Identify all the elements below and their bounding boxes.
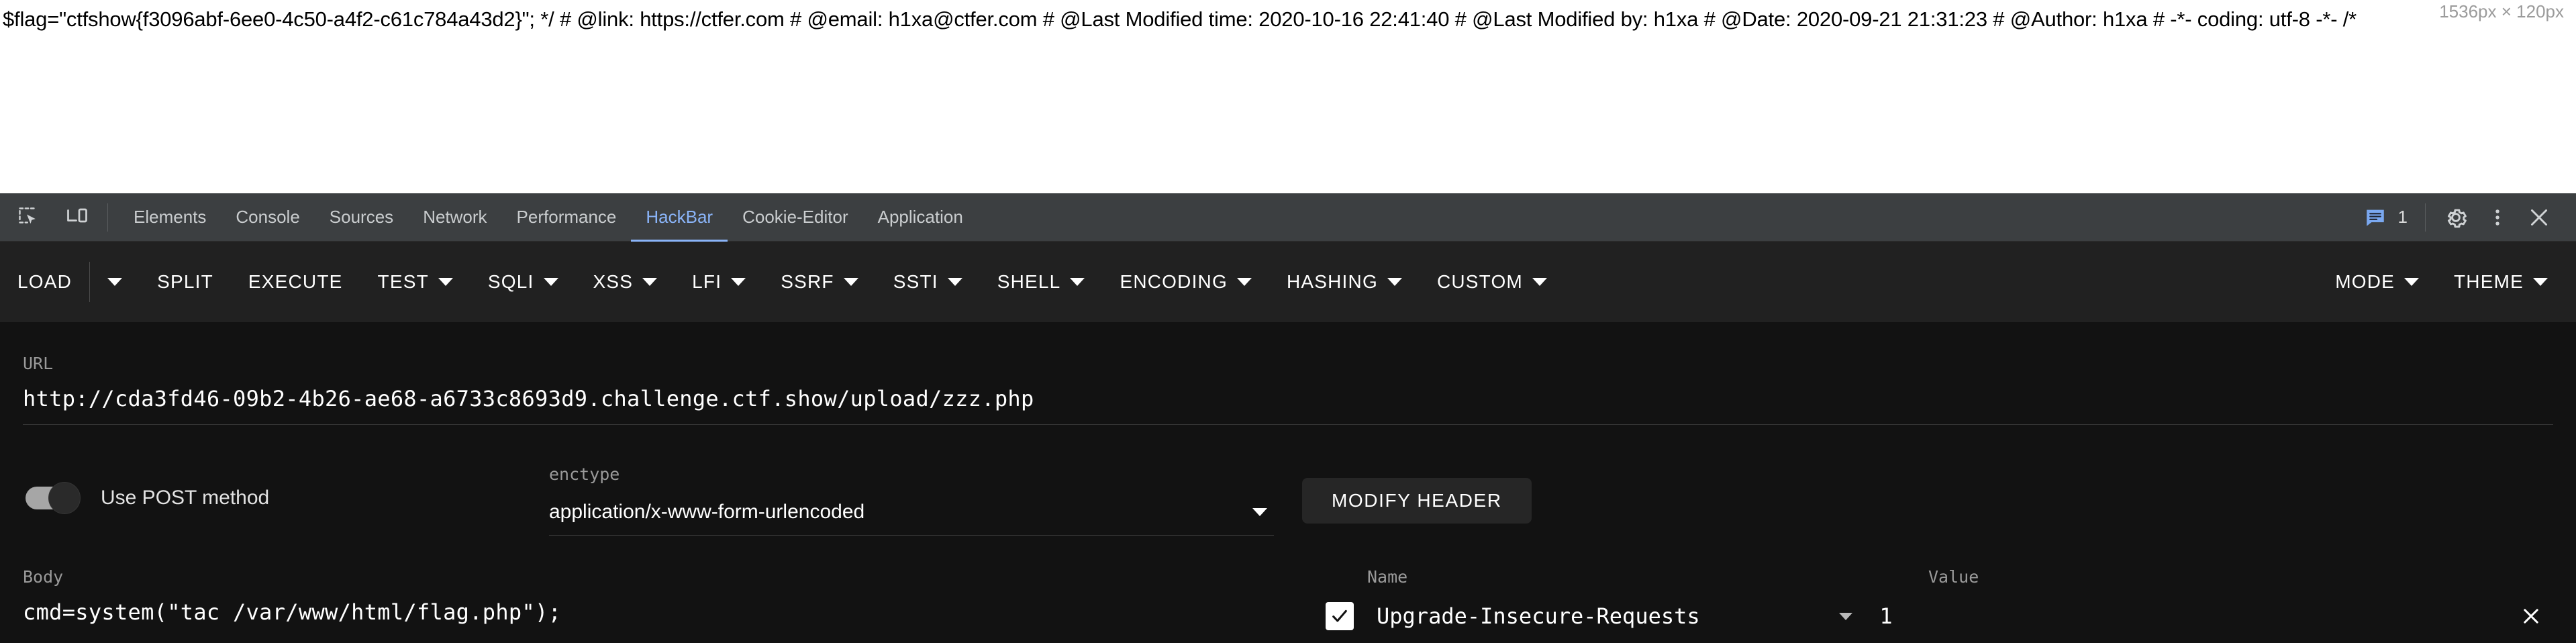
- page-content-area: $flag="ctfshow{f3096abf-6ee0-4c50-a4f2-c…: [0, 0, 2576, 193]
- more-options-icon[interactable]: [2478, 198, 2517, 237]
- devtools-tabbar: Elements Console Sources Network Perform…: [0, 193, 2576, 242]
- devtools-tab-application[interactable]: Application: [863, 193, 978, 242]
- toolbar-divider: [107, 203, 108, 232]
- hackbar-menu-sqli-label: SQLI: [487, 271, 534, 292]
- hackbar-menu-mode[interactable]: MODE: [2318, 242, 2436, 322]
- hackbar-menu-test-label: TEST: [377, 271, 429, 292]
- device-toolbar-icon[interactable]: [58, 198, 97, 237]
- hackbar-menu-theme-label: THEME: [2454, 271, 2524, 292]
- hackbar-menu-shell-label: SHELL: [997, 271, 1061, 292]
- devtools-tab-elements[interactable]: Elements: [119, 193, 221, 242]
- hackbar-menu-lfi-label: LFI: [692, 271, 722, 292]
- chevron-down-icon: [543, 278, 558, 286]
- hackbar-menubar: LOAD SPLIT EXECUTE TEST SQLI XSS LFI SSR…: [0, 242, 2576, 322]
- chevron-down-icon: [438, 278, 453, 286]
- hackbar-menu-xss-label: XSS: [593, 271, 634, 292]
- header-name-column-label: Name: [1367, 567, 1408, 587]
- hackbar-menu-ssrf-label: SSRF: [781, 271, 834, 292]
- header-value-column-label: Value: [1928, 567, 1979, 587]
- toggle-knob: [48, 482, 81, 514]
- hackbar-menu-split[interactable]: SPLIT: [140, 242, 231, 322]
- enctype-select[interactable]: application/x-www-form-urlencoded: [549, 493, 1274, 531]
- chevron-down-icon: [731, 278, 746, 286]
- hackbar-menu-lfi[interactable]: LFI: [675, 242, 763, 322]
- hackbar-menu-load[interactable]: LOAD: [0, 242, 89, 322]
- devtools-tab-console[interactable]: Console: [221, 193, 314, 242]
- hackbar-menu-custom[interactable]: CUSTOM: [1420, 242, 1565, 322]
- remove-header-icon[interactable]: [2516, 601, 2546, 632]
- header-enabled-checkbox[interactable]: [1326, 602, 1354, 630]
- chevron-down-icon: [843, 278, 858, 286]
- chevron-down-icon: [947, 278, 962, 286]
- hackbar-menu-custom-label: CUSTOM: [1436, 271, 1523, 292]
- hackbar-menu-ssrf[interactable]: SSRF: [763, 242, 875, 322]
- hackbar-menu-hashing[interactable]: HASHING: [1269, 242, 1420, 322]
- url-input-underline: [23, 424, 2553, 425]
- chevron-down-icon: [1532, 278, 1547, 286]
- hackbar-menu-hashing-label: HASHING: [1286, 271, 1378, 292]
- screenshot-root: $flag="ctfshow{f3096abf-6ee0-4c50-a4f2-c…: [0, 0, 2576, 643]
- hackbar-menu-theme[interactable]: THEME: [2436, 242, 2576, 322]
- enctype-field-label: enctype: [549, 464, 620, 484]
- devtools-tab-hackbar[interactable]: HackBar: [631, 193, 728, 242]
- url-field-label: URL: [23, 354, 54, 373]
- devtools-tab-network[interactable]: Network: [408, 193, 501, 242]
- devtools-toolbar-right: 1: [2361, 198, 2576, 237]
- url-input[interactable]: http://cda3fd46-09b2-4b26-ae68-a6733c869…: [23, 386, 1034, 411]
- chevron-down-icon: [1387, 278, 1402, 286]
- chevron-down-icon: [642, 278, 658, 286]
- chevron-down-icon: [1236, 278, 1252, 286]
- chevron-down-icon: [2533, 278, 2548, 286]
- enctype-select-underline: [549, 535, 1274, 536]
- hackbar-menu-load-caret[interactable]: [90, 242, 140, 322]
- enctype-selected-value: application/x-www-form-urlencoded: [549, 501, 865, 523]
- chevron-down-icon[interactable]: [1839, 612, 1853, 620]
- hackbar-menu-execute[interactable]: EXECUTE: [231, 242, 360, 322]
- hackbar-menu-ssti[interactable]: SSTI: [876, 242, 980, 322]
- console-message-count: 1: [2397, 207, 2408, 227]
- hackbar-menu-mode-label: MODE: [2335, 271, 2395, 292]
- use-post-method-label: Use POST method: [101, 487, 270, 509]
- body-field-label: Body: [23, 567, 64, 587]
- use-post-method-toggle[interactable]: Use POST method: [26, 482, 270, 514]
- hackbar-menu-shell[interactable]: SHELL: [980, 242, 1103, 322]
- toolbar-divider-right: [2425, 203, 2426, 232]
- chevron-down-icon: [1070, 278, 1085, 286]
- console-message-icon[interactable]: [2361, 203, 2390, 232]
- page-source-text: $flag="ctfshow{f3096abf-6ee0-4c50-a4f2-c…: [3, 7, 2357, 31]
- hackbar-menu-sqli[interactable]: SQLI: [470, 242, 576, 322]
- toggle-track: [26, 482, 81, 514]
- devtools-tab-performance[interactable]: Performance: [502, 193, 632, 242]
- gear-icon[interactable]: [2436, 198, 2475, 237]
- viewport-size-badge: 1536px × 120px: [2439, 1, 2564, 21]
- chevron-down-icon: [1252, 508, 1267, 516]
- hackbar-menu-encoding[interactable]: ENCODING: [1102, 242, 1269, 322]
- chevron-down-icon: [107, 278, 123, 286]
- chevron-down-icon: [2404, 278, 2419, 286]
- inspect-element-icon[interactable]: [9, 198, 48, 237]
- devtools-tab-cookie-editor[interactable]: Cookie-Editor: [728, 193, 863, 242]
- close-icon[interactable]: [2520, 198, 2559, 237]
- header-value-input[interactable]: 1: [1879, 603, 2376, 629]
- header-name-input[interactable]: Upgrade-Insecure-Requests: [1377, 603, 1700, 629]
- modify-header-button[interactable]: MODIFY HEADER: [1302, 478, 1532, 524]
- table-row: Upgrade-Insecure-Requests 1: [1326, 596, 2564, 636]
- hackbar-body: [0, 322, 2576, 643]
- hackbar-menu-test[interactable]: TEST: [360, 242, 470, 322]
- hackbar-menu-xss[interactable]: XSS: [576, 242, 675, 322]
- body-input[interactable]: cmd=system("tac /var/www/html/flag.php")…: [23, 599, 561, 625]
- hackbar-menu-encoding-label: ENCODING: [1120, 271, 1228, 292]
- hackbar-menu-ssti-label: SSTI: [893, 271, 938, 292]
- devtools-tab-sources[interactable]: Sources: [315, 193, 408, 242]
